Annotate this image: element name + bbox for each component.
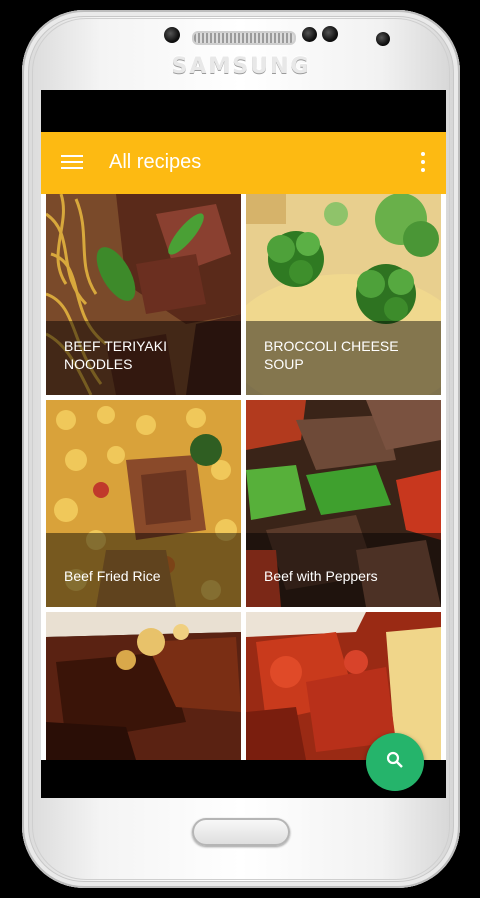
recipe-card[interactable]: Beef with Peppers xyxy=(246,400,441,607)
recipe-card[interactable] xyxy=(46,612,241,760)
device-brand: SAMSUNG xyxy=(171,54,311,79)
status-bar xyxy=(41,90,446,132)
recipe-card[interactable]: Beef Fried Rice xyxy=(46,400,241,607)
app-bar: All recipes xyxy=(41,132,446,194)
proximity-sensor-icon xyxy=(302,27,317,42)
more-vert-icon[interactable] xyxy=(418,152,428,174)
front-camera-icon xyxy=(376,32,390,46)
page-title: All recipes xyxy=(109,151,202,173)
recipe-caption-bg: Beef Fried Rice xyxy=(46,533,241,607)
recipe-name: BEEF TERIYAKI NOODLES xyxy=(64,338,167,372)
recipe-grid: BEEF TERIYAKI NOODLES BROCCOLI CHEESE SO… xyxy=(41,194,446,760)
recipe-caption-bg: BEEF TERIYAKI NOODLES xyxy=(46,321,241,395)
recipe-caption-bg: Beef with Peppers xyxy=(246,533,441,607)
light-sensor-icon xyxy=(322,26,338,42)
recipe-name: Beef Fried Rice xyxy=(64,568,161,584)
earpiece-speaker xyxy=(192,31,296,45)
front-sensor-icon xyxy=(164,27,180,43)
recipe-card[interactable]: BEEF TERIYAKI NOODLES xyxy=(46,194,241,395)
menu-icon[interactable] xyxy=(61,155,85,171)
home-button[interactable] xyxy=(192,818,290,846)
recipe-photo xyxy=(46,612,241,760)
recipe-card[interactable]: BROCCOLI CHEESE SOUP xyxy=(246,194,441,395)
screen: All recipes BEEF TERIYAKI NOODLES BROCCO… xyxy=(41,90,446,798)
search-icon xyxy=(386,751,403,768)
search-fab-button[interactable] xyxy=(366,733,424,791)
recipe-name: Beef with Peppers xyxy=(264,568,378,584)
recipe-name: BROCCOLI CHEESE SOUP xyxy=(264,338,399,372)
recipe-caption-bg: BROCCOLI CHEESE SOUP xyxy=(246,321,441,395)
